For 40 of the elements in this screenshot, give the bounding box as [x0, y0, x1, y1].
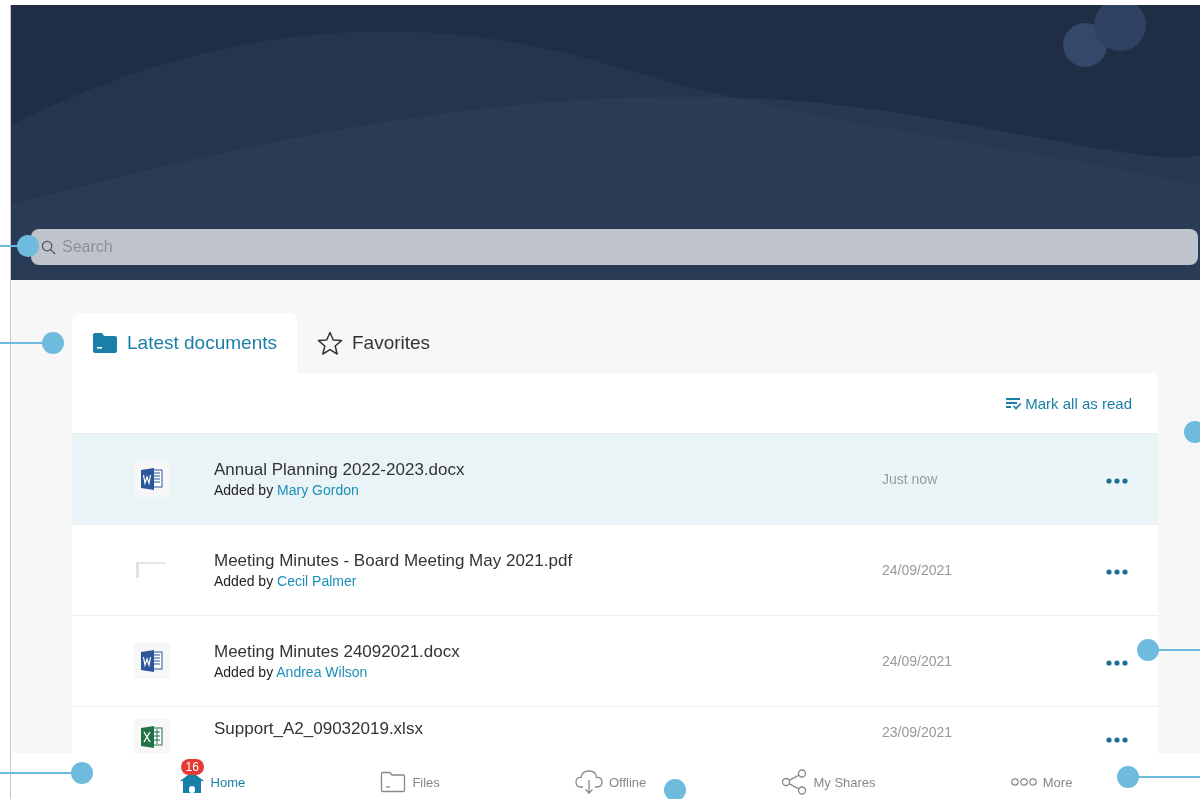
date-text: 24/09/2021 — [882, 562, 954, 578]
tab[interactable]: Latest documents — [72, 313, 297, 373]
nav-tab[interactable]: Offline — [575, 757, 647, 795]
file-name: Meeting Minutes 24092021.docx — [214, 642, 461, 662]
author-link[interactable]: Andrea Wilson — [276, 664, 368, 680]
search-icon — [41, 240, 56, 255]
mark-all-read-link[interactable]: Mark all as read — [1005, 394, 1132, 412]
ellipsis-icon — [1106, 659, 1128, 666]
document-thumbnail-icon — [134, 561, 168, 579]
folder-icon — [92, 332, 118, 354]
nav-tab[interactable]: More — [1010, 762, 1073, 790]
file-name: Meeting Minutes - Board Meeting May 2021.pdf — [214, 551, 574, 571]
cloud-download-icon — [575, 769, 603, 795]
nav-tab[interactable]: Files — [380, 759, 440, 793]
folder-icon — [380, 771, 407, 793]
added-by-text: Added by Mary Gordon — [214, 482, 360, 498]
nav-tab[interactable]: 16 Home — [178, 759, 246, 793]
author-link[interactable]: Mary Gordon — [277, 482, 359, 498]
more-icon — [1010, 777, 1037, 787]
share-icon — [781, 769, 808, 795]
nav-tab[interactable]: My Shares — [781, 757, 876, 795]
document-row[interactable]: Meeting Minutes - Board Meeting May 2021.pdf Added by Cecil Palmer 24/09/2021 — [72, 525, 1158, 616]
word-file-icon — [134, 643, 170, 679]
date-text: Just now — [882, 471, 939, 487]
author-link[interactable]: Cecil Palmer — [277, 573, 357, 589]
star-icon — [317, 330, 343, 356]
file-name: Annual Planning 2022-2023.docx — [214, 460, 466, 480]
ellipsis-icon — [1106, 568, 1128, 575]
added-by-text: Added by Andrea Wilson — [214, 664, 369, 680]
tab[interactable]: Favorites — [297, 313, 451, 373]
document-row[interactable]: Annual Planning 2022-2023.docx Added by Mary Gordon Just now — [72, 434, 1158, 525]
list-check-icon — [1005, 396, 1023, 410]
ellipsis-icon — [1106, 737, 1128, 743]
ellipsis-icon — [1106, 477, 1128, 484]
date-text: 23/09/2021 — [882, 724, 954, 740]
file-name: Support_A2_09032019.xlsx — [214, 719, 424, 739]
date-text: 24/09/2021 — [882, 653, 954, 669]
added-by-text: Added by Cecil Palmer — [214, 573, 358, 589]
word-file-icon — [134, 461, 170, 497]
notification-badge: 16 — [180, 759, 204, 775]
